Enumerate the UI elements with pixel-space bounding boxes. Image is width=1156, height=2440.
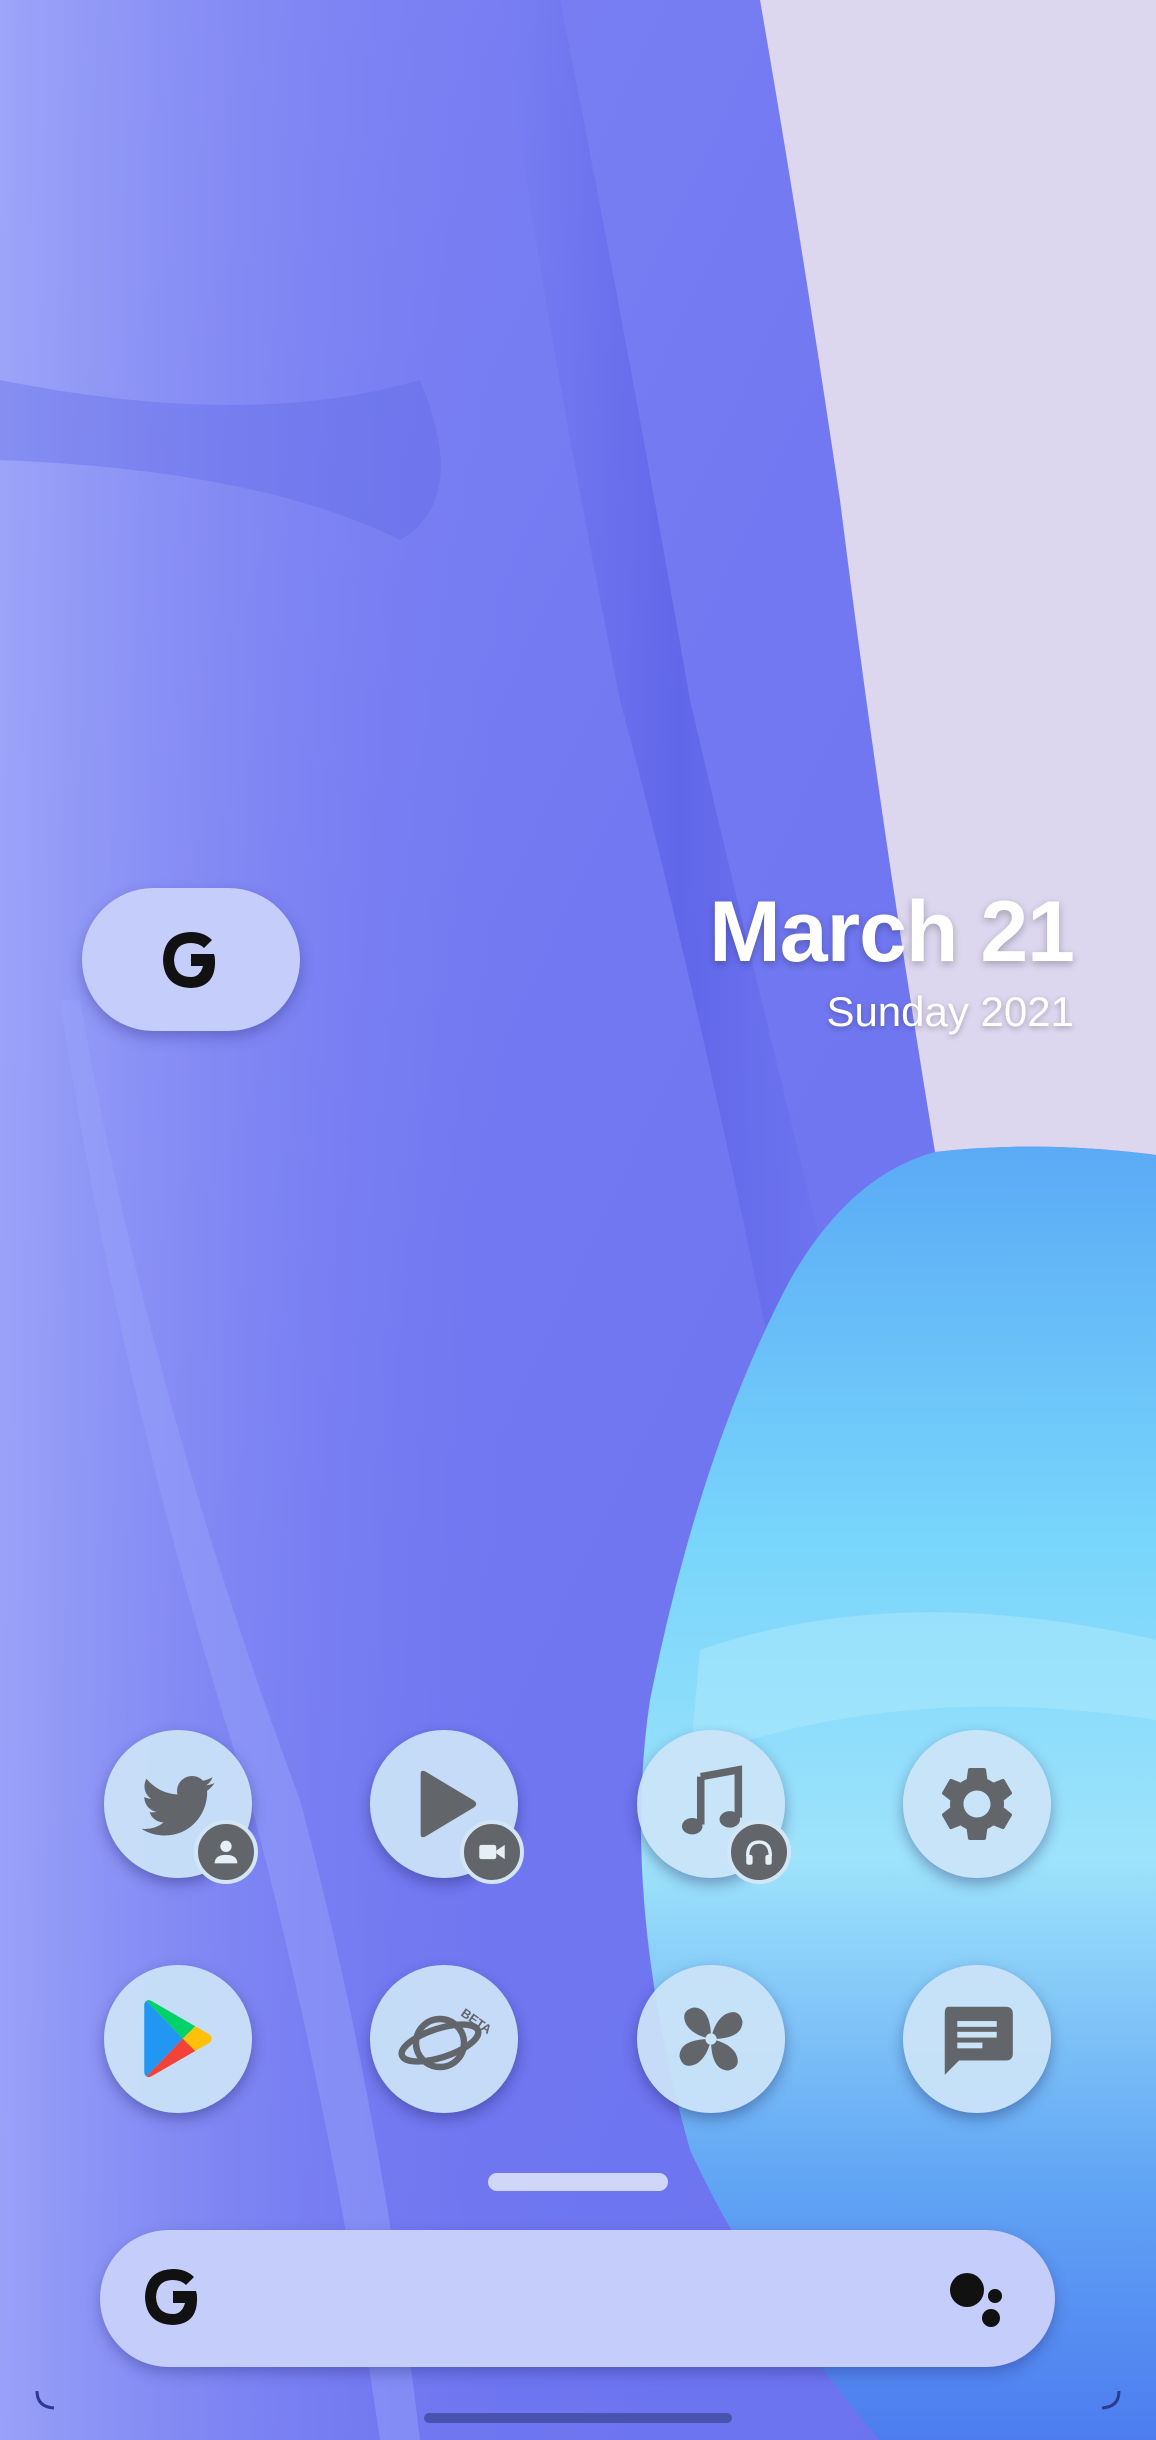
gesture-nav-bar[interactable]	[424, 2413, 732, 2423]
date-sub: Sunday 2021	[826, 988, 1074, 1035]
google-g-icon	[145, 2269, 198, 2325]
pinwheel-icon	[679, 2007, 743, 2071]
gear-icon	[941, 1768, 1013, 1840]
date-widget[interactable]: March 21 Sunday 2021	[709, 882, 1075, 1036]
corner-left-icon	[35, 2390, 55, 2410]
corner-right-icon	[1101, 2390, 1121, 2410]
headphones-icon	[745, 1840, 773, 1865]
message-icon	[944, 2006, 1013, 2075]
planet-icon: BETA	[398, 2005, 492, 2071]
google-search-pill[interactable]	[82, 888, 300, 1031]
video-player-app[interactable]	[370, 1730, 524, 1884]
date-main: March 21	[709, 884, 1075, 980]
settings-app[interactable]	[903, 1730, 1051, 1878]
play-store-icon	[144, 2000, 212, 2078]
video-camera-icon	[479, 1844, 505, 1860]
google-g-icon	[163, 931, 216, 988]
work-profile-badge	[194, 1820, 258, 1884]
person-icon	[214, 1840, 238, 1864]
play-store-app[interactable]	[104, 1965, 252, 2113]
search-bar[interactable]	[100, 2230, 1055, 2367]
assistant-icon[interactable]	[945, 2266, 1013, 2334]
twitter-app[interactable]	[104, 1730, 258, 1884]
app-drawer-handle[interactable]	[488, 2173, 668, 2191]
audio-badge	[727, 1820, 791, 1884]
music-app[interactable]	[637, 1730, 791, 1884]
pinwheel-app[interactable]	[637, 1965, 785, 2113]
video-badge	[460, 1820, 524, 1884]
browser-beta-app[interactable]: BETA	[370, 1965, 518, 2113]
messages-app[interactable]	[903, 1965, 1051, 2113]
